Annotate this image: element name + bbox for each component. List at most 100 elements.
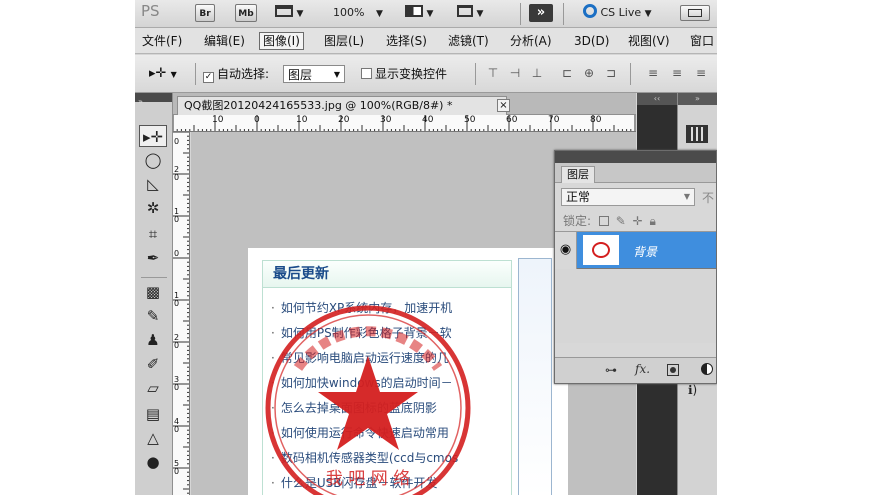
clone-stamp-tool-icon[interactable]: ♟ <box>139 329 167 351</box>
lock-position-icon[interactable]: ✛ <box>633 214 643 228</box>
layers-list-empty <box>555 269 716 343</box>
ruler-label: 0 <box>174 137 180 146</box>
tool-preset-picker[interactable]: ▸✛ ▼ <box>149 65 187 83</box>
view-extras-icon <box>275 5 293 17</box>
document-tab[interactable]: QQ截图20120424165533.jpg @ 100%(RGB/8#) * … <box>177 96 510 115</box>
news-item: 如何使用运行命令快速启动常用 <box>271 424 449 441</box>
lock-all-icon[interactable]: 🔒︎ <box>649 214 655 228</box>
menu-3d[interactable]: 3D(D) <box>571 32 612 50</box>
lasso-tool-icon[interactable]: ◺ <box>139 173 167 195</box>
ruler-label: 0 <box>254 115 260 125</box>
visibility-eye-icon[interactable]: ◉ <box>555 232 577 269</box>
align-bottom-icon[interactable]: ⊥ <box>529 66 545 80</box>
chevron-down-icon: ▼ <box>333 70 340 79</box>
align-vcenter-icon[interactable]: ⊣ <box>507 66 523 80</box>
menu-select[interactable]: 选择(S) <box>383 32 430 50</box>
document-tab-bar: QQ截图20120424165533.jpg @ 100%(RGB/8#) * … <box>173 93 636 115</box>
crop-tool-icon[interactable]: ⌗ <box>139 223 167 245</box>
minimize-button[interactable] <box>680 5 710 21</box>
divider <box>195 63 196 85</box>
ps-logo: PS <box>141 2 160 20</box>
ruler-label: 2 0 <box>174 333 180 350</box>
ruler-label: 50 <box>464 115 476 125</box>
layers-panel-header[interactable] <box>555 151 716 163</box>
document-image[interactable]: 最后更新 如何节约XP系统内存，加速开机 如何用PS制作彩色格子背景－软 常见影… <box>248 248 568 495</box>
add-mask-icon[interactable] <box>667 364 679 376</box>
gradient-tool-icon[interactable]: ▤ <box>139 403 167 425</box>
lock-transparent-icon[interactable] <box>598 216 609 226</box>
histogram-icon[interactable] <box>686 125 708 143</box>
chevron-down-icon: ▼ <box>644 9 652 19</box>
lock-label: 锁定: <box>563 214 592 228</box>
distribute-vcenter-icon[interactable]: ≡ <box>669 66 685 80</box>
cs-live-label: CS Live <box>600 6 642 19</box>
expand-workspaces-button[interactable]: » <box>529 4 553 22</box>
dock-grip[interactable]: » <box>678 93 717 105</box>
cs-live-button[interactable]: CS Live ▼ <box>583 4 673 22</box>
menu-layer[interactable]: 图层(L) <box>321 32 367 50</box>
ruler-label: 3 0 <box>174 375 180 392</box>
mini-bridge-button[interactable]: Mb <box>235 4 257 22</box>
align-hcenter-icon[interactable]: ⊕ <box>581 66 597 80</box>
menu-image[interactable]: 图像(I) <box>259 32 304 50</box>
align-right-icon[interactable]: ⊐ <box>603 66 619 80</box>
news-box: 最后更新 如何节约XP系统内存，加速开机 如何用PS制作彩色格子背景－软 常见影… <box>262 260 512 495</box>
auto-select-target-select[interactable]: 图层 ▼ <box>283 65 345 83</box>
checkbox-box <box>361 68 372 79</box>
bridge-button[interactable]: Br <box>195 4 215 22</box>
arrange-documents-button[interactable]: ▼ <box>405 4 443 22</box>
menu-edit[interactable]: 编辑(E) <box>201 32 248 50</box>
news-item: 如何加快windows的启动时间－ <box>271 374 453 391</box>
menu-file[interactable]: 文件(F) <box>139 32 185 50</box>
menu-window[interactable]: 窗口 <box>687 32 717 50</box>
lock-brush-icon[interactable]: ✎ <box>616 214 626 228</box>
spot-healing-tool-icon[interactable]: ▩ <box>139 281 167 303</box>
move-tool-icon: ▸✛ <box>149 66 167 81</box>
view-extras-button[interactable]: ▼ <box>275 4 307 22</box>
eyedropper-tool-icon[interactable]: ✒ <box>139 247 167 269</box>
marquee-tool-icon[interactable]: ◯ <box>139 149 167 171</box>
show-transform-label: 显示变换控件 <box>375 67 448 81</box>
menu-filter[interactable]: 滤镜(T) <box>445 32 492 50</box>
auto-select-label: 自动选择: <box>217 67 270 81</box>
adjustment-layer-icon[interactable] <box>701 363 713 375</box>
ruler-label: 1 0 <box>174 207 180 224</box>
document-title: QQ截图20120424165533.jpg @ 100%(RGB/8#) * <box>184 99 453 112</box>
fx-icon[interactable]: fx. <box>635 362 650 376</box>
link-layers-icon[interactable]: ⊶ <box>605 363 617 377</box>
menu-analysis[interactable]: 分析(A) <box>507 32 555 50</box>
blur-tool-icon[interactable]: △ <box>139 427 167 449</box>
sound-icon[interactable]: ℹ) <box>688 383 697 397</box>
zoom-level-select[interactable]: 100% ▼ <box>333 4 393 22</box>
layer-thumbnail <box>583 235 619 265</box>
divider <box>630 63 631 85</box>
history-brush-tool-icon[interactable]: ✐ <box>139 353 167 375</box>
blend-mode-select[interactable]: 正常 ▼ <box>561 188 695 206</box>
layer-row-background[interactable]: ◉ 背景 <box>555 231 716 269</box>
auto-select-checkbox[interactable]: ✓ 自动选择: <box>203 65 269 83</box>
distribute-top-icon[interactable]: ≡ <box>645 66 661 80</box>
blend-mode-row: 正常 ▼ 不 <box>555 183 716 209</box>
chevron-down-icon: ▼ <box>683 192 690 201</box>
close-icon[interactable]: × <box>497 99 510 112</box>
show-transform-checkbox[interactable]: 显示变换控件 <box>361 65 447 83</box>
screen-mode-button[interactable]: ▼ <box>457 4 495 22</box>
panel-strip-header[interactable]: ‹‹ <box>637 93 677 105</box>
align-top-icon[interactable]: ⊤ <box>485 66 501 80</box>
align-left-icon[interactable]: ⊏ <box>559 66 575 80</box>
menu-view[interactable]: 视图(V) <box>625 32 673 50</box>
distribute-bottom-icon[interactable]: ≡ <box>693 66 709 80</box>
move-tool-icon[interactable]: ▸✛ <box>139 125 167 147</box>
dodge-tool-icon[interactable]: ● <box>139 451 167 473</box>
news-item: 数码相机传感器类型(ccd与cmos <box>271 449 458 466</box>
panel-grip[interactable]: » <box>135 93 172 106</box>
eraser-tool-icon[interactable]: ▱ <box>139 377 167 399</box>
application-bar: PS Br Mb ▼ 100% ▼ ▼ ▼ » CS Live ▼ <box>135 0 717 28</box>
magic-wand-tool-icon[interactable]: ✲ <box>139 197 167 219</box>
vertical-ruler: 0 2 0 1 0 0 1 0 2 0 3 0 4 0 5 0 <box>173 132 190 495</box>
mask-circle-icon <box>670 367 676 373</box>
news-title: 最后更新 <box>263 261 511 288</box>
layers-tab[interactable]: 图层 <box>561 166 595 183</box>
ruler-label: 1 0 <box>174 291 180 308</box>
brush-tool-icon[interactable]: ✎ <box>139 305 167 327</box>
